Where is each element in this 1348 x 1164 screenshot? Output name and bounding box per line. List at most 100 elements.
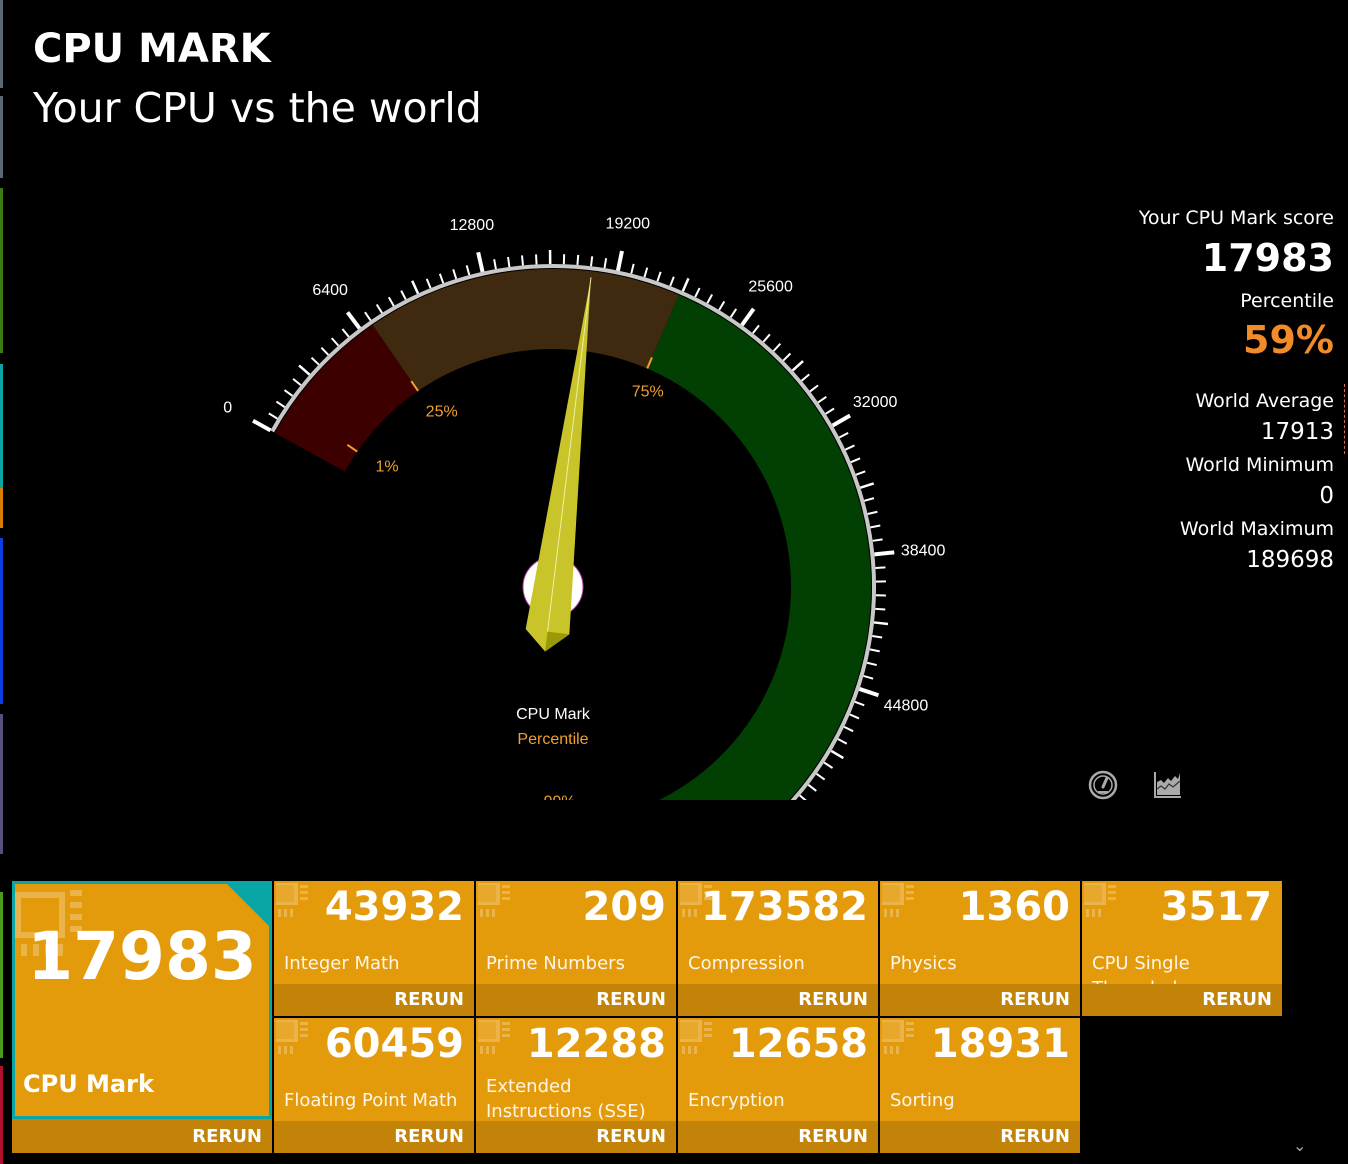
test-tile[interactable]: 12658 Encryption RERUN: [678, 1018, 878, 1153]
gauge-tick: [837, 738, 848, 745]
cpu-mark-tile[interactable]: 17983 CPU Mark RERUN: [12, 881, 272, 1153]
test-tile-label: Compression: [688, 953, 805, 974]
test-tile-value: 1360: [958, 884, 1070, 930]
rerun-button[interactable]: RERUN: [274, 1121, 474, 1153]
chip-icon: [680, 1020, 712, 1054]
percentile-value: 59%: [1243, 318, 1334, 362]
test-tile-value: 209: [582, 884, 667, 930]
rerun-button[interactable]: RERUN: [678, 1121, 878, 1153]
test-tile-label: Prime Numbers: [486, 953, 625, 974]
gauge-tick: [535, 254, 538, 265]
gauge-tick: [807, 784, 817, 792]
test-tile-value: 18931: [930, 1021, 1070, 1067]
score-value: 17983: [1201, 236, 1334, 280]
cpu-mark-tile-body: 17983 CPU Mark: [12, 881, 272, 1119]
rerun-button[interactable]: RERUN: [476, 984, 676, 1016]
test-tile[interactable]: 3517CPU Single ThreadedRERUN: [1082, 881, 1282, 1016]
test-tile[interactable]: 209 Prime Numbers RERUN: [476, 881, 676, 1016]
gauge-tick: [869, 648, 880, 653]
gauge-tick: [411, 280, 420, 295]
test-tile-label: Extended Instructions (SSE): [486, 1076, 646, 1122]
gauge-tick: [782, 352, 792, 362]
gauge-tick: [320, 347, 330, 356]
gauge-tick: [706, 293, 713, 304]
gauge-tick-label: 12800: [450, 217, 495, 234]
gauge-tick: [850, 457, 861, 464]
chip-icon: [276, 1020, 308, 1054]
gauge-tick: [872, 538, 883, 542]
test-tile-value: 60459: [324, 1021, 464, 1067]
gauge-tick: [823, 761, 834, 769]
left-strip: [0, 0, 3, 88]
gauge-tick: [681, 277, 690, 292]
gauge-tick: [873, 621, 889, 626]
world-minimum-value: 0: [1319, 483, 1334, 509]
gauge-tick: [874, 550, 895, 557]
test-tile[interactable]: 12288 Extended Instructions (SSE) RERUN: [476, 1018, 676, 1153]
world-minimum-label: World Minimum: [1185, 454, 1334, 476]
gauge-tick: [875, 566, 886, 569]
percentile-marker-label: 1%: [375, 458, 398, 475]
gauge-tick: [298, 364, 311, 376]
gauge-icon: [1088, 770, 1118, 800]
gauge-tick: [275, 400, 286, 408]
test-tile-value: 12658: [728, 1021, 868, 1067]
test-tile-label: Encryption: [688, 1090, 785, 1111]
gauge-percentile-markers: 1% 25% 75% 99%: [346, 357, 664, 800]
gauge-tick: [345, 311, 362, 330]
left-strip: [0, 1066, 3, 1164]
world-maximum-label: World Maximum: [1179, 518, 1334, 540]
gauge-tick: [858, 687, 880, 698]
chip-icon: [1084, 883, 1116, 917]
gauge-tick: [800, 373, 810, 382]
gauge-tick-label: 38400: [901, 542, 946, 559]
gauge-tick: [252, 418, 272, 433]
gauge-tick: [507, 256, 511, 268]
chip-icon: [276, 883, 308, 917]
chevron-down-icon[interactable]: ⌄: [1293, 1136, 1306, 1155]
rerun-button[interactable]: RERUN: [1082, 984, 1282, 1016]
test-tile-label: Integer Math: [284, 953, 400, 974]
gauge-tick: [838, 431, 849, 439]
rerun-button[interactable]: RERUN: [880, 1121, 1080, 1153]
gauge-view-button[interactable]: [1086, 768, 1120, 802]
gauge-tick: [762, 333, 771, 343]
needle-shade: [545, 631, 570, 652]
rerun-button[interactable]: RERUN: [476, 1121, 676, 1153]
gauge-tick: [859, 482, 875, 489]
chip-icon: [882, 1020, 914, 1054]
gauge-tick: [400, 290, 407, 300]
gauge-tick: [310, 356, 320, 366]
average-indicator-line: [1344, 384, 1345, 454]
gauge-tick: [292, 378, 302, 386]
rerun-button[interactable]: RERUN: [880, 984, 1080, 1016]
gauge-tick: [843, 725, 854, 733]
test-tile[interactable]: 60459 Floating Point Math RERUN: [274, 1018, 474, 1153]
gauge-tick: [521, 255, 524, 266]
gauge-tick: [341, 328, 350, 338]
gauge-tick: [867, 510, 878, 515]
gauge-tick: [866, 661, 877, 667]
gauge-tick: [752, 324, 760, 334]
gauge-tick: [615, 250, 624, 271]
gauge-tick: [740, 307, 756, 327]
test-tile[interactable]: 18931 Sorting RERUN: [880, 1018, 1080, 1153]
test-tile[interactable]: 43932 Integer Math RERUN: [274, 881, 474, 1016]
rerun-button[interactable]: RERUN: [274, 984, 474, 1016]
test-tile[interactable]: 1360 Physics RERUN: [880, 881, 1080, 1016]
chart-view-button[interactable]: [1150, 768, 1184, 802]
score-label: Your CPU Mark score: [1138, 207, 1334, 229]
gauge-tick: [772, 343, 782, 352]
gauge-tick: [849, 713, 860, 720]
gauge-tick: [870, 524, 881, 529]
gauge-tick: [875, 607, 886, 611]
gauge-subtitle: Percentile: [517, 731, 588, 748]
gauge-tick-label: 25600: [748, 278, 793, 295]
gauge-tick: [831, 413, 852, 428]
gauge-tick: [854, 700, 865, 707]
test-tile[interactable]: 173582 Compression RERUN: [678, 881, 878, 1016]
world-average-value: 17913: [1260, 419, 1334, 445]
test-tile-value: 43932: [324, 884, 464, 930]
rerun-button[interactable]: RERUN: [678, 984, 878, 1016]
cpu-mark-rerun-button[interactable]: RERUN: [192, 1121, 262, 1153]
